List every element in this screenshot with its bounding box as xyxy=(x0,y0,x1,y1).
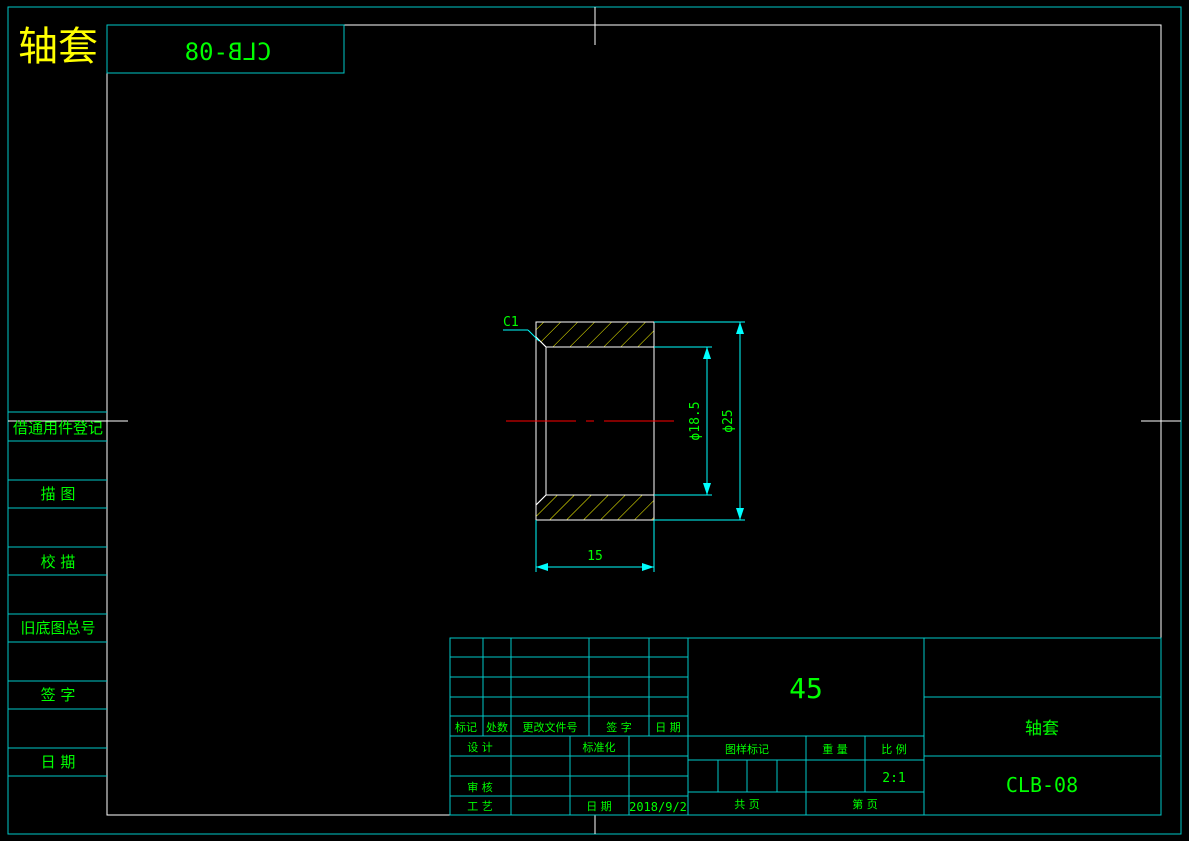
side-label-checking: 校 描 xyxy=(41,553,76,571)
header-part-name: 轴套 xyxy=(18,24,98,70)
side-label-borrowed-parts: 借通用件登记 xyxy=(13,419,103,437)
rev-header-count: 处数 xyxy=(486,721,508,734)
sheet-label: 第 页 xyxy=(852,797,878,811)
side-label-tracing: 描 图 xyxy=(41,485,76,503)
side-column xyxy=(8,411,107,777)
chamfer-label: C1 xyxy=(503,315,519,330)
hatch-bottom-wall xyxy=(535,494,655,521)
rev-header-mark: 标记 xyxy=(455,720,477,734)
rev-header-signature: 签 字 xyxy=(606,720,632,734)
outer-border xyxy=(7,6,1182,835)
design-label: 设 计 xyxy=(467,741,493,754)
header-drawing-number-mirrored: CLB-08 xyxy=(185,38,272,66)
weight-label: 重 量 xyxy=(822,742,848,756)
rev-header-date: 日 期 xyxy=(655,721,681,734)
review-label: 审 核 xyxy=(467,780,493,794)
side-label-date: 日 期 xyxy=(41,753,76,771)
process-label: 工 艺 xyxy=(467,800,493,813)
dimensions xyxy=(503,321,745,572)
side-label-signature: 签 字 xyxy=(41,686,76,704)
date-value: 2018/9/2 xyxy=(629,800,687,814)
standardization-label: 标准化 xyxy=(583,740,616,754)
date-label: 日 期 xyxy=(586,800,612,813)
engineering-drawing: 轴套 CLB-08 借通用件登记 描 图 校 描 旧底图总号 签 字 日 期 C… xyxy=(7,6,1182,835)
side-label-old-drawing-no: 旧底图总号 xyxy=(20,619,95,637)
outer-diameter-label: ϕ25 xyxy=(721,409,736,432)
scale-value: 2:1 xyxy=(882,771,905,786)
stage-mark-label: 图样标记 xyxy=(725,742,769,756)
inner-diameter-label: ϕ18.5 xyxy=(688,401,703,440)
rev-header-change-doc: 更改文件号 xyxy=(523,720,578,734)
hatch-top-wall xyxy=(535,321,655,348)
material-value: 45 xyxy=(789,672,823,705)
title-drawing-number: CLB-08 xyxy=(1006,773,1078,797)
total-sheets-label: 共 页 xyxy=(734,798,760,811)
title-part-name: 轴套 xyxy=(1025,719,1059,739)
scale-label: 比 例 xyxy=(881,742,907,756)
part-section-view xyxy=(506,321,680,521)
length-dimension-label: 15 xyxy=(587,549,603,564)
